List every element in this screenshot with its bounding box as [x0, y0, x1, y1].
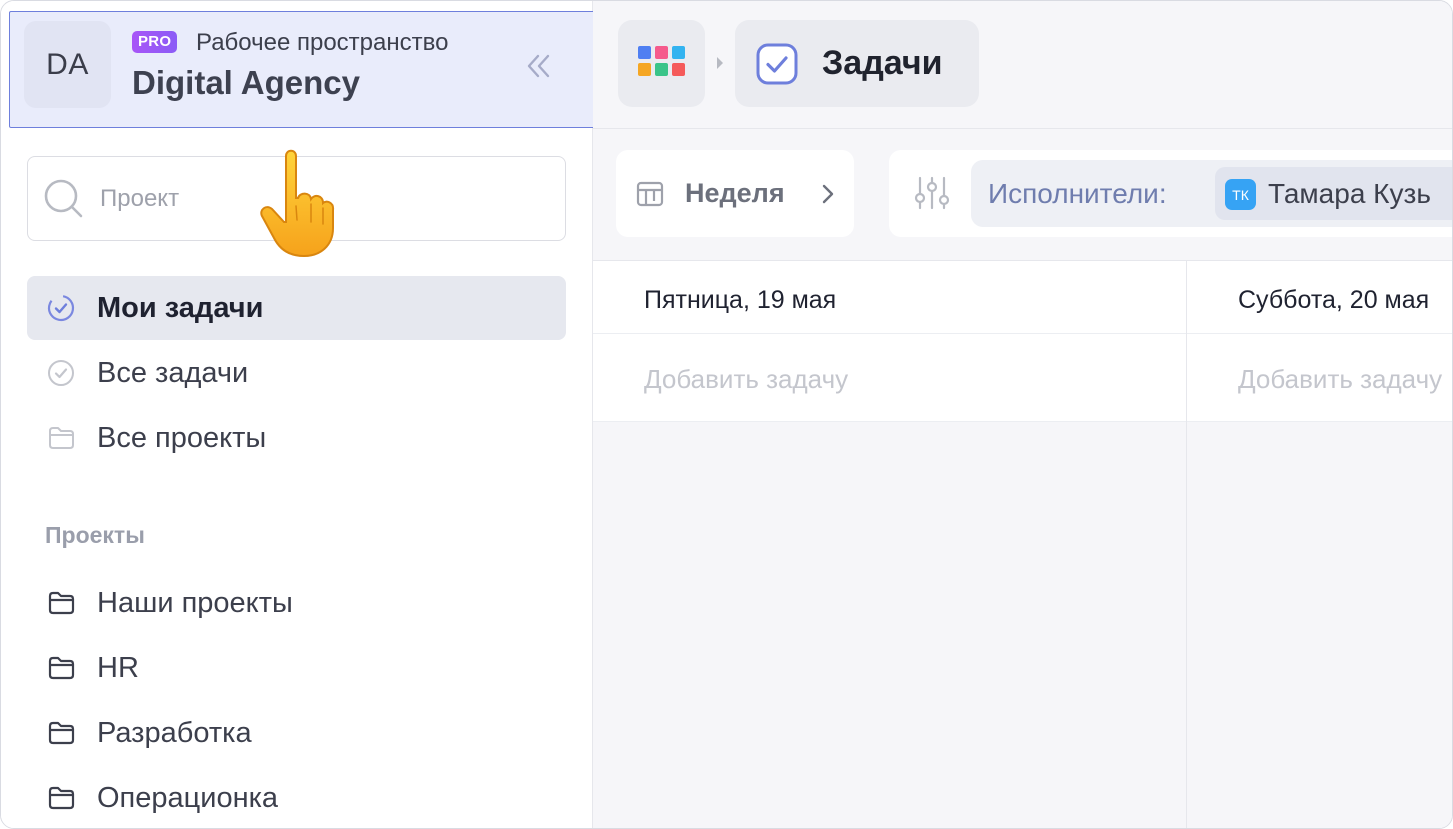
nav-all-tasks[interactable]: Все задачи: [27, 341, 566, 405]
nav-all-tasks-label: Все задачи: [97, 356, 249, 389]
project-item[interactable]: Наши проекты: [27, 571, 566, 635]
double-chevron-left-icon[interactable]: [520, 48, 556, 84]
workspace-switcher[interactable]: DA PRO Рабочее пространство Digital Agen…: [9, 11, 596, 128]
filter-bar: Исполнители: ТК Тамара Кузь: [889, 150, 1452, 237]
folder-icon: [48, 656, 75, 680]
workspace-subtitle: Рабочее пространство: [196, 29, 449, 56]
day-title: Суббота, 20 мая: [1238, 286, 1430, 314]
project-item-label: Наши проекты: [97, 586, 293, 619]
project-item[interactable]: HR: [27, 636, 566, 700]
search-icon: [44, 179, 83, 218]
page-title: Задачи: [822, 44, 943, 82]
sidebar: DA PRO Рабочее пространство Digital Agen…: [1, 1, 596, 828]
assignees-filter[interactable]: Исполнители: ТК Тамара Кузь: [971, 160, 1452, 227]
workspace-name: Digital Agency: [132, 64, 360, 101]
day-title: Пятница, 19 мая: [644, 286, 837, 314]
chevron-right-icon: [822, 184, 834, 204]
project-item-label: Разработка: [97, 716, 252, 749]
project-item-label: HR: [97, 651, 139, 684]
avatar: ТК: [1225, 179, 1256, 210]
my-tasks-icon: [47, 294, 75, 322]
nav-all-projects[interactable]: Все проекты: [27, 406, 566, 470]
add-task-button[interactable]: Добавить задачу: [593, 334, 1186, 422]
nav-my-tasks-label: Мои задачи: [97, 291, 264, 324]
nav-all-projects-label: Все проекты: [97, 421, 267, 454]
breadcrumb-separator-icon: [717, 57, 723, 69]
add-task-label: Добавить задачу: [1238, 364, 1443, 394]
folder-icon: [48, 591, 75, 615]
calendar-view-icon: [636, 181, 664, 207]
assignees-label: Исполнители:: [988, 178, 1167, 209]
add-task-label: Добавить задачу: [644, 364, 849, 394]
pointing-hand-icon: [260, 149, 335, 258]
folder-icon: [48, 786, 75, 810]
week-board: Пятница, 19 мая Добавить задачу Суббота,…: [593, 260, 1452, 828]
nav-my-tasks[interactable]: Мои задачи: [27, 276, 566, 340]
project-item[interactable]: Разработка: [27, 701, 566, 765]
day-header: Пятница, 19 мая: [593, 261, 1186, 334]
day-column: Суббота, 20 мая Добавить задачу: [1187, 261, 1452, 828]
breadcrumb: Задачи: [593, 1, 1452, 129]
folder-icon: [48, 721, 75, 745]
assignee-chip[interactable]: ТК Тамара Кузь: [1215, 167, 1452, 220]
add-task-button[interactable]: Добавить задачу: [1187, 334, 1452, 422]
period-selector[interactable]: Неделя: [616, 150, 854, 237]
breadcrumb-tasks[interactable]: Задачи: [735, 20, 979, 107]
pro-badge: PRO: [132, 31, 178, 53]
day-header: Суббота, 20 мая: [1187, 261, 1452, 334]
filter-sliders-icon[interactable]: [913, 174, 951, 212]
day-column: Пятница, 19 мая Добавить задачу: [593, 261, 1187, 828]
workspace-avatar: DA: [24, 21, 111, 108]
project-item[interactable]: Операционка: [27, 766, 566, 828]
apps-grid-icon: [638, 46, 685, 76]
check-circle-icon: [48, 360, 74, 386]
main-area: Задачи Неделя Исполнители: ТК Тамара Куз…: [593, 1, 1452, 828]
checkbox-icon: [756, 43, 798, 85]
apps-button[interactable]: [618, 20, 705, 107]
period-label: Неделя: [685, 178, 785, 208]
folder-icon: [49, 427, 74, 449]
project-item-label: Операционка: [97, 781, 279, 814]
projects-section-title: Проекты: [45, 522, 145, 548]
assignee-name: Тамара Кузь: [1268, 178, 1431, 209]
app-window: DA PRO Рабочее пространство Digital Agen…: [0, 0, 1453, 829]
